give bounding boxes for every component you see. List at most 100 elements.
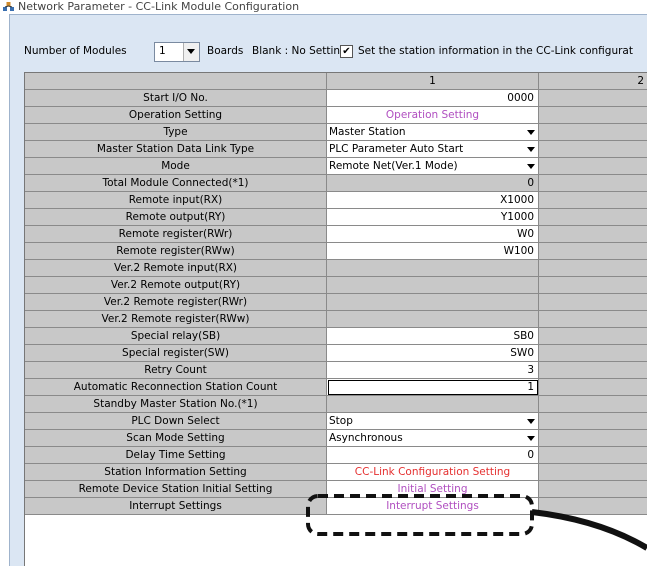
value-scan-mode-setting[interactable]: Asynchronous [327,430,539,447]
column2-cell [539,328,647,345]
column2-cell [539,362,647,379]
table-row-master-station-data-link-type: Master Station Data Link Type PLC Paramet… [25,141,647,158]
row-label: Retry Count [25,362,327,379]
chevron-down-icon[interactable] [527,164,535,169]
value-remote-register-rww[interactable]: W100 [327,243,539,260]
table-row-start-i-o-no: Start I/O No. 0000 [25,90,647,107]
row-label: Ver.2 Remote register(RWw) [25,311,327,328]
column2-cell [539,158,647,175]
table-row-type: Type Master Station [25,124,647,141]
value-remote-output-ry[interactable]: Y1000 [327,209,539,226]
table-row-station-information-setting: Station Information Setting CC-Link Confi… [25,464,647,481]
chevron-down-icon[interactable] [527,436,535,441]
chevron-down-icon[interactable] [527,419,535,424]
value-remote-input-rx[interactable]: X1000 [327,192,539,209]
value-automatic-reconnection-station-count[interactable]: 1 [327,379,539,396]
value-total-module-connected-1: 0 [327,175,539,192]
table-row-total-module-connected-1: Total Module Connected(*1) 0 [25,175,647,192]
station-info-checkbox[interactable]: ✔ [340,45,353,58]
table-row-special-register-sw: Special register(SW) SW0 [25,345,647,362]
column2-cell [539,226,647,243]
column-header-1: 1 [327,73,539,90]
table-row-remote-output-ry: Remote output(RY) Y1000 [25,209,647,226]
column-header-2: 2 [539,73,647,90]
column2-cell [539,481,647,498]
value-delay-time-setting[interactable]: 0 [327,447,539,464]
table-row-mode: Mode Remote Net(Ver.1 Mode) [25,158,647,175]
value-mode[interactable]: Remote Net(Ver.1 Mode) [327,158,539,175]
column2-cell [539,498,647,515]
table-row-remote-register-rwr: Remote register(RWr) W0 [25,226,647,243]
modules-label: Number of Modules [24,45,127,57]
table-row-scan-mode-setting: Scan Mode Setting Asynchronous [25,430,647,447]
row-label: Special register(SW) [25,345,327,362]
value-special-register-sw[interactable]: SW0 [327,345,539,362]
table-row-standby-master-station-no-1: Standby Master Station No.(*1) [25,396,647,413]
row-label: Station Information Setting [25,464,327,481]
value-operation-setting[interactable]: Operation Setting [327,107,539,124]
row-label: Ver.2 Remote output(RY) [25,277,327,294]
table-row-operation-setting: Operation Setting Operation Setting [25,107,647,124]
row-label: Mode [25,158,327,175]
value-ver-2-remote-register-rwr [327,294,539,311]
parameter-table: 1 2 Start I/O No. 0000 Operation Setting Op… [24,72,647,566]
chevron-down-icon[interactable] [527,130,535,135]
table-row-ver-2-remote-output-ry: Ver.2 Remote output(RY) [25,277,647,294]
column2-cell [539,107,647,124]
row-label: Interrupt Settings [25,498,327,515]
column2-cell [539,277,647,294]
value-start-i-o-no[interactable]: 0000 [327,90,539,107]
value-remote-device-station-initial-setting[interactable]: Initial Setting [327,481,539,498]
column2-cell [539,396,647,413]
table-row-retry-count: Retry Count 3 [25,362,647,379]
value-remote-register-rwr[interactable]: W0 [327,226,539,243]
table-row-plc-down-select: PLC Down Select Stop [25,413,647,430]
column2-cell [539,209,647,226]
value-standby-master-station-no-1 [327,396,539,413]
column2-cell [539,243,647,260]
value-ver-2-remote-output-ry [327,277,539,294]
dropdown-button[interactable] [183,43,199,61]
value-retry-count[interactable]: 3 [327,362,539,379]
column2-cell [539,379,647,396]
row-label: Total Module Connected(*1) [25,175,327,192]
modules-count-value: 1 [159,45,166,57]
value-type[interactable]: Master Station [327,124,539,141]
module-toolbar: Number of Modules 1 Boards Blank : No Se… [24,42,647,62]
modules-count-select[interactable]: 1 [154,42,200,62]
value-plc-down-select[interactable]: Stop [327,413,539,430]
column2-cell [539,345,647,362]
row-label: PLC Down Select [25,413,327,430]
value-master-station-data-link-type[interactable]: PLC Parameter Auto Start [327,141,539,158]
table-row-interrupt-settings: Interrupt Settings Interrupt Settings [25,498,647,515]
table-row-ver-2-remote-register-rwr: Ver.2 Remote register(RWr) [25,294,647,311]
table-row-automatic-reconnection-station-count: Automatic Reconnection Station Count 1 [25,379,647,396]
table-row-ver-2-remote-input-rx: Ver.2 Remote input(RX) [25,260,647,277]
column2-cell [539,175,647,192]
value-station-information-setting[interactable]: CC-Link Configuration Setting [327,464,539,481]
table-row-special-relay-sb: Special relay(SB) SB0 [25,328,647,345]
table-row-remote-register-rww: Remote register(RWw) W100 [25,243,647,260]
row-label: Ver.2 Remote input(RX) [25,260,327,277]
column2-cell [539,260,647,277]
row-label: Scan Mode Setting [25,430,327,447]
row-label: Master Station Data Link Type [25,141,327,158]
column2-cell [539,464,647,481]
chevron-down-icon[interactable] [527,147,535,152]
value-special-relay-sb[interactable]: SB0 [327,328,539,345]
row-label: Remote input(RX) [25,192,327,209]
chevron-down-icon [187,49,195,54]
column2-cell [539,447,647,464]
window-title: Network Parameter - CC-Link Module Confi… [18,0,300,13]
row-label: Remote output(RY) [25,209,327,226]
column2-cell [539,294,647,311]
column2-cell [539,90,647,107]
value-interrupt-settings[interactable]: Interrupt Settings [327,498,539,515]
column2-cell [539,413,647,430]
row-label: Standby Master Station No.(*1) [25,396,327,413]
row-label: Type [25,124,327,141]
column2-cell [539,192,647,209]
header-blank [25,73,327,90]
boards-label: Boards [207,45,244,57]
column2-cell [539,311,647,328]
